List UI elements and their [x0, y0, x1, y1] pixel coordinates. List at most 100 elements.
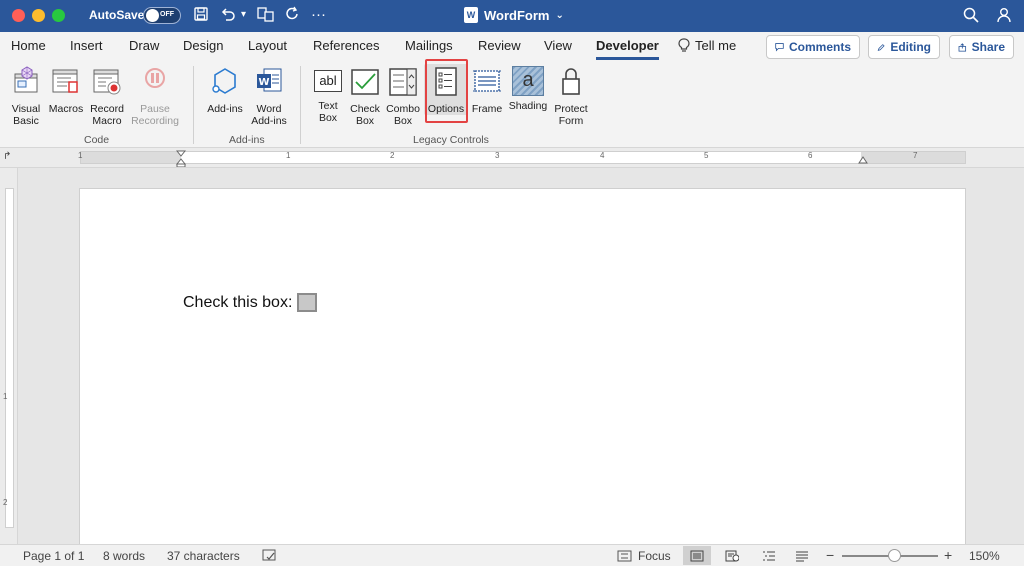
word-doc-icon: W — [464, 7, 478, 23]
vertical-ruler-number: 2 — [3, 498, 8, 507]
ruler-number: 3 — [495, 151, 500, 160]
zoom-in-button[interactable]: + — [944, 547, 952, 563]
record-macro-button[interactable]: Record Macro — [88, 66, 126, 127]
frame-label: Frame — [471, 103, 503, 115]
toggle-knob — [146, 9, 159, 22]
zoom-level[interactable]: 150% — [969, 549, 1000, 563]
zoom-out-button[interactable]: − — [826, 547, 834, 563]
undo-dropdown-chevron-icon[interactable]: ▾ — [241, 6, 246, 24]
tab-references[interactable]: References — [313, 38, 379, 53]
tab-layout[interactable]: Layout — [248, 38, 287, 53]
document-page[interactable]: Check this box: — [79, 188, 966, 544]
macros-button[interactable]: Macros — [47, 66, 85, 115]
title-bar: AutoSave OFF ▾ ··· W WordForm ⌄ — [0, 0, 1024, 32]
options-highlight-box — [425, 59, 468, 123]
maximize-window-button[interactable] — [52, 9, 65, 22]
document-text: Check this box: — [183, 293, 293, 311]
web-layout-view-icon[interactable] — [718, 546, 746, 565]
protect-form-label: Protect Form — [554, 103, 588, 127]
account-icon[interactable] — [996, 7, 1013, 29]
minimize-window-button[interactable] — [32, 9, 45, 22]
status-bar: Page 1 of 1 8 words 37 characters Focus … — [0, 544, 1024, 566]
outline-view-icon[interactable] — [755, 546, 783, 565]
document-paragraph[interactable]: Check this box: — [183, 293, 318, 312]
shading-label: Shading — [508, 100, 548, 112]
frame-button[interactable]: Frame — [469, 66, 505, 115]
text-box-label: Text Box — [318, 100, 338, 124]
text-box-icon: abl — [314, 70, 342, 92]
addins-icon — [212, 68, 236, 94]
more-icon[interactable]: ··· — [311, 6, 326, 24]
print-layout-view-icon[interactable] — [683, 546, 711, 565]
chevron-down-icon: ⌄ — [555, 9, 564, 21]
protect-form-button[interactable]: Protect Form — [551, 66, 591, 127]
document-title[interactable]: W WordForm ⌄ — [464, 7, 564, 23]
visual-basic-button[interactable]: Visual Basic — [6, 66, 46, 127]
undo-icon[interactable] — [220, 6, 236, 27]
search-icon[interactable] — [963, 7, 979, 28]
check-box-icon — [351, 69, 379, 95]
text-box-button[interactable]: abl Text Box — [310, 66, 346, 124]
draft-view-icon[interactable] — [788, 546, 816, 565]
shading-button[interactable]: a Shading — [507, 66, 549, 112]
quick-access-icon[interactable] — [257, 6, 275, 27]
editing-button[interactable]: Editing — [868, 35, 940, 59]
zoom-slider-thumb[interactable] — [888, 549, 901, 562]
record-macro-icon — [93, 69, 121, 95]
autosave-toggle[interactable]: OFF — [143, 7, 181, 24]
word-addins-icon: W — [257, 68, 282, 92]
close-window-button[interactable] — [12, 9, 25, 22]
ribbon-tabs: Home Insert Draw Design Layout Reference… — [0, 32, 1024, 62]
tab-home[interactable]: Home — [11, 38, 46, 53]
ribbon: Visual Basic Macros Record Macro Pause R… — [0, 62, 1024, 148]
save-icon[interactable] — [193, 6, 209, 27]
macros-label: Macros — [48, 103, 84, 115]
ruler-number: 4 — [600, 151, 605, 160]
indent-marker-icon[interactable] — [176, 150, 186, 167]
combo-box-label: Combo Box — [386, 103, 420, 127]
frame-icon — [473, 70, 501, 92]
addins-button[interactable]: Add-ins — [203, 66, 247, 115]
tab-mailings[interactable]: Mailings — [405, 38, 453, 53]
check-box-label: Check Box — [350, 103, 380, 127]
tab-draw[interactable]: Draw — [129, 38, 159, 53]
horizontal-ruler[interactable]: ↱ 1 1 2 3 4 5 6 7 — [0, 148, 1024, 168]
tab-design[interactable]: Design — [183, 38, 223, 53]
ruler-number: 1 — [78, 151, 83, 160]
focus-button[interactable]: Focus — [617, 549, 671, 563]
lightbulb-icon — [678, 38, 690, 52]
redo-icon[interactable] — [285, 6, 301, 27]
autosave-label: AutoSave — [89, 8, 145, 22]
tab-insert[interactable]: Insert — [70, 38, 103, 53]
tab-view[interactable]: View — [544, 38, 572, 53]
page-count[interactable]: Page 1 of 1 — [23, 549, 84, 563]
visual-basic-label: Visual Basic — [11, 103, 41, 127]
tab-review[interactable]: Review — [478, 38, 521, 53]
word-addins-label: Word Add-ins — [251, 103, 287, 127]
tab-stop-icon[interactable]: ↱ — [3, 151, 11, 162]
word-count[interactable]: 8 words — [103, 549, 145, 563]
focus-icon — [617, 550, 632, 562]
tab-developer[interactable]: Developer — [596, 38, 659, 60]
check-box-button[interactable]: Check Box — [347, 66, 383, 127]
pause-recording-icon — [145, 68, 165, 88]
word-addins-button[interactable]: W Word Add-ins — [248, 66, 290, 127]
vertical-ruler-number: 1 — [3, 392, 8, 401]
pencil-icon — [877, 43, 885, 51]
autosave-state: OFF — [160, 11, 174, 18]
document-canvas[interactable]: Check this box: — [18, 168, 1024, 544]
editing-label: Editing — [890, 40, 931, 54]
right-indent-marker-icon[interactable] — [858, 154, 868, 164]
share-button[interactable]: Share — [949, 35, 1014, 59]
legacy-checkbox-field[interactable] — [297, 293, 318, 312]
vertical-ruler[interactable]: 1 2 — [0, 168, 18, 544]
combo-box-button[interactable]: Combo Box — [384, 66, 422, 127]
vertical-ruler-track — [5, 188, 14, 528]
comments-button[interactable]: Comments — [766, 35, 860, 59]
visual-basic-icon — [14, 66, 38, 93]
group-divider — [193, 66, 194, 144]
share-icon — [958, 42, 967, 52]
character-count[interactable]: 37 characters — [167, 549, 240, 563]
tell-me[interactable]: Tell me — [678, 38, 736, 53]
proofing-icon[interactable] — [262, 549, 278, 566]
